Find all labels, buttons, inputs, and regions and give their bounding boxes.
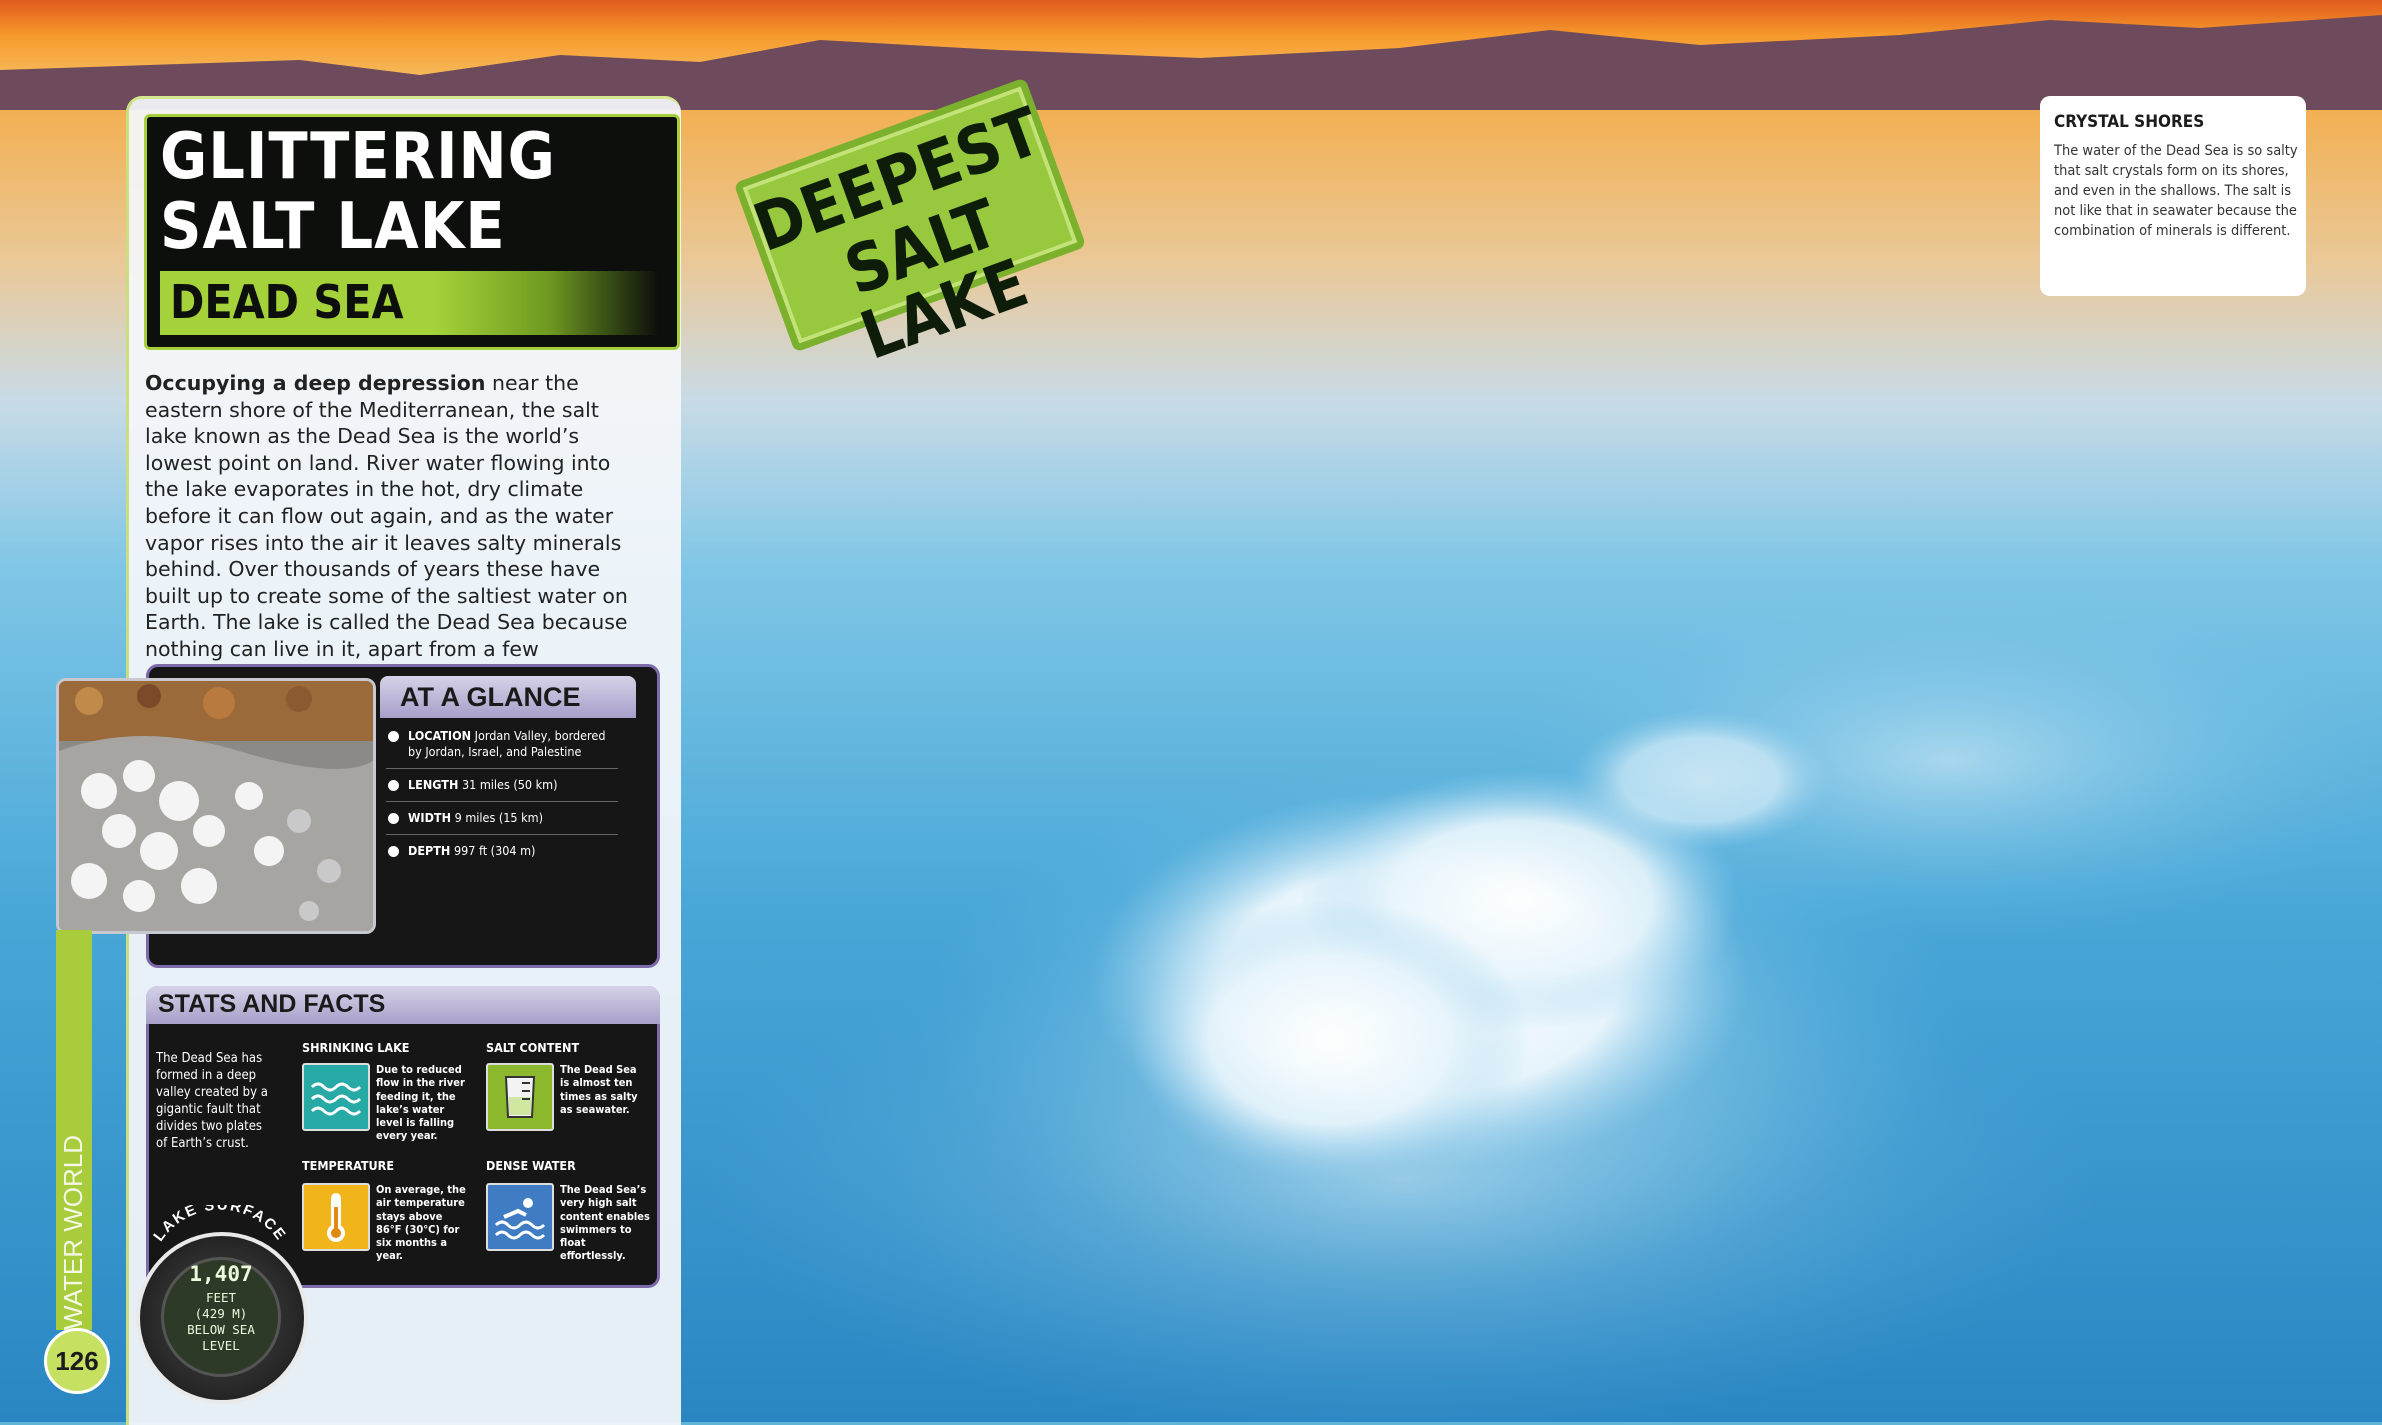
glance-key: WIDTH (408, 810, 452, 825)
caption-text: The water of the Dead Sea is so salty th… (2054, 143, 2298, 239)
fact-heading-dense-water: DENSE WATER (486, 1158, 576, 1173)
stats-note: The Dead Sea has formed in a deep valley… (156, 1051, 268, 1151)
section-label: WATER WORLD (58, 1135, 88, 1330)
gauge-arc-label: LAKE SURFACE (150, 1205, 289, 1244)
caption-title: CRYSTAL SHORES (2054, 112, 2205, 132)
fact-text-dense-water: The Dead Sea’s very high salt content en… (560, 1183, 650, 1263)
page-number: 126 (44, 1328, 110, 1394)
glance-item-width: WIDTH 9 miles (15 km) (386, 810, 618, 835)
beaker-icon (486, 1063, 554, 1131)
salt-crystals-photo (56, 678, 376, 934)
fact-text-temperature: On average, the air temperature stays ab… (376, 1183, 466, 1263)
svg-text:LAKE SURFACE: LAKE SURFACE (150, 1205, 289, 1244)
gauge-arc-text: LAKE SURFACE (150, 1205, 287, 1244)
waves-icon (302, 1063, 370, 1131)
glance-key: DEPTH (408, 843, 451, 858)
glance-item-location: LOCATION Jordan Valley, bordered by Jord… (386, 728, 618, 769)
page-title: GLITTERING SALT LAKE (160, 120, 556, 264)
fact-text-salt-content: The Dead Sea is almost ten times as salt… (560, 1063, 638, 1116)
stats-and-facts-title: STATS AND FACTS (158, 990, 386, 1018)
fact-text-shrinking-lake: Due to reduced flow in the river feeding… (376, 1063, 465, 1143)
glance-key: LENGTH (408, 777, 459, 792)
glance-key: LOCATION (408, 728, 472, 743)
glance-value: 9 miles (15 km) (454, 810, 543, 825)
gauge-value: 1,407 (189, 1262, 253, 1286)
fact-heading-salt-content: SALT CONTENT (486, 1040, 580, 1055)
glance-value: 997 ft (304 m) (453, 843, 536, 858)
at-a-glance-title: AT A GLANCE (400, 682, 581, 712)
page-subtitle: DEAD SEA (170, 275, 404, 329)
fact-heading-shrinking-lake: SHRINKING LAKE (302, 1040, 410, 1055)
intro-lead: Occupying a deep depression (145, 371, 486, 395)
gauge-subtext: FEET (429 M) BELOW SEA LEVEL (187, 1290, 255, 1353)
intro-text: near the eastern shore of the Mediterran… (145, 371, 628, 688)
glance-item-length: LENGTH 31 miles (50 km) (386, 777, 618, 802)
glance-item-depth: DEPTH 997 ft (304 m) (386, 843, 618, 867)
at-a-glance-list: LOCATION Jordan Valley, bordered by Jord… (386, 728, 618, 875)
swimmer-icon (486, 1183, 554, 1251)
intro-paragraph: Occupying a deep depression near the eas… (145, 370, 645, 689)
fact-heading-temperature: TEMPERATURE (302, 1158, 395, 1173)
thermometer-icon (302, 1183, 370, 1251)
glance-value: 31 miles (50 km) (461, 777, 558, 792)
